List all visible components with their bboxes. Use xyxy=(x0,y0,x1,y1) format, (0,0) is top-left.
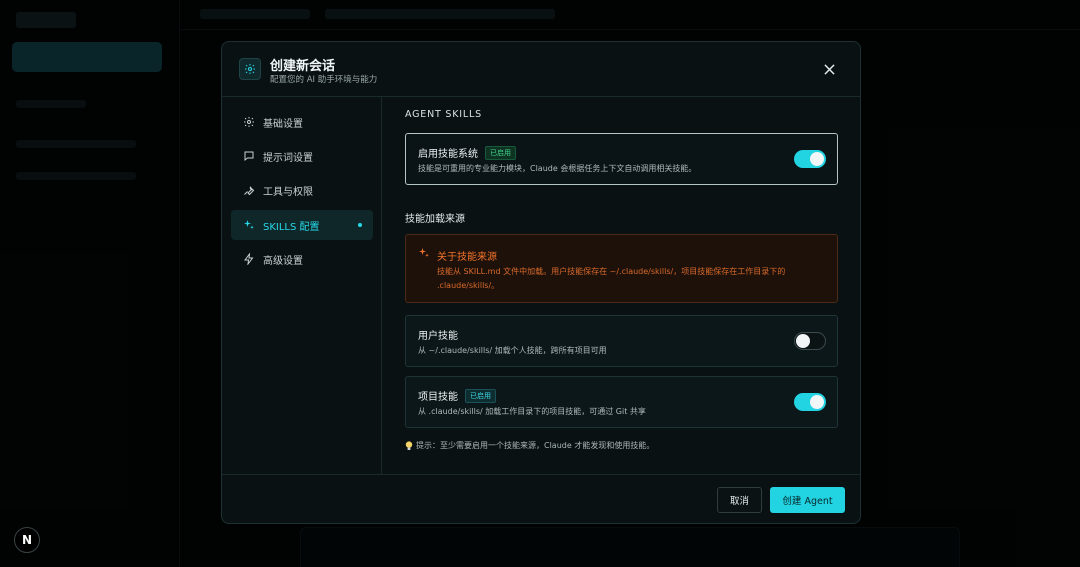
create-agent-button[interactable]: 创建 Agent xyxy=(770,487,845,513)
enable-skills-card: 启用技能系统 已启用 技能是可重用的专业能力模块，Claude 会根据任务上下文… xyxy=(405,133,838,185)
dialog-header: 创建新会话 配置您的 AI 助手环境与能力 xyxy=(222,42,860,97)
dialog-footer: 取消 创建 Agent xyxy=(222,474,860,523)
sparkles-icon xyxy=(419,248,429,257)
tip-text-row: 提示：至少需要启用一个技能来源，Claude 才能发现和使用技能。 xyxy=(405,440,654,451)
chat-bubble-icon xyxy=(242,150,255,163)
status-badge: 已启用 xyxy=(485,145,516,160)
project-skills-toggle[interactable] xyxy=(794,393,826,411)
nav-item-basic-settings[interactable]: 基础设置 xyxy=(231,107,373,137)
card-title-row: 用户技能 xyxy=(418,327,458,342)
info-title: 关于技能来源 xyxy=(437,252,497,263)
toggle-knob xyxy=(810,395,824,409)
create-session-dialog: 创建新会话 配置您的 AI 助手环境与能力 基础设置 提示词设置 工具与权限 S… xyxy=(221,41,861,524)
card-description: 从 ~/.claude/skills/ 加载个人技能，跨所有项目可用 xyxy=(418,346,607,355)
corner-badge[interactable]: N xyxy=(14,527,40,553)
gear-icon xyxy=(239,58,261,80)
lightbulb-icon xyxy=(405,440,413,450)
toggle-knob xyxy=(810,152,824,166)
card-description: 从 .claude/skills/ 加载工作目录下的项目技能，可通过 Git 共… xyxy=(418,407,646,416)
dialog-title: 创建新会话 xyxy=(270,59,336,74)
info-text: 技能从 SKILL.md 文件中加载。用户技能保存在 ~/.claude/ski… xyxy=(437,267,786,290)
card-title-row: 项目技能 已启用 xyxy=(418,388,496,403)
user-skills-toggle[interactable] xyxy=(794,332,826,350)
card-description: 技能是可重用的专业能力模块，Claude 会根据任务上下文自动调用相关技能。 xyxy=(418,164,697,173)
nav-item-skills-config[interactable]: SKILLS 配置 xyxy=(231,210,373,240)
nav-item-label: 提示词设置 xyxy=(263,152,313,164)
card-title-row: 启用技能系统 已启用 xyxy=(418,145,516,160)
skills-panel: AGENT SKILLS 启用技能系统 已启用 技能是可重用的专业能力模块，Cl… xyxy=(383,97,860,474)
card-title: 项目技能 xyxy=(418,392,458,403)
cancel-button[interactable]: 取消 xyxy=(717,487,762,513)
user-skills-card: 用户技能 从 ~/.claude/skills/ 加载个人技能，跨所有项目可用 xyxy=(405,315,838,367)
nav-item-prompt-settings[interactable]: 提示词设置 xyxy=(231,141,373,171)
sparkles-icon xyxy=(242,219,255,232)
nav-item-label: 基础设置 xyxy=(263,118,303,130)
tip-text: 提示：至少需要启用一个技能来源，Claude 才能发现和使用技能。 xyxy=(416,441,655,450)
close-button[interactable] xyxy=(820,60,838,78)
nav-item-label: SKILLS 配置 xyxy=(263,221,320,233)
card-title: 用户技能 xyxy=(418,331,458,342)
nav-item-label: 工具与权限 xyxy=(263,186,313,198)
sources-heading: 技能加载来源 xyxy=(405,214,465,225)
dialog-body: 基础设置 提示词设置 工具与权限 SKILLS 配置 高级设置 AGENT SK… xyxy=(222,97,860,474)
dialog-subtitle: 配置您的 AI 助手环境与能力 xyxy=(270,75,378,85)
wrench-icon xyxy=(242,184,255,197)
skills-source-info-card: 关于技能来源 技能从 SKILL.md 文件中加载。用户技能保存在 ~/.cla… xyxy=(405,234,838,303)
gear-icon xyxy=(242,116,255,129)
close-icon xyxy=(823,63,835,75)
settings-nav: 基础设置 提示词设置 工具与权限 SKILLS 配置 高级设置 xyxy=(222,97,382,474)
nav-item-advanced-settings[interactable]: 高级设置 xyxy=(231,244,373,274)
lightning-icon xyxy=(242,253,255,266)
card-title: 启用技能系统 xyxy=(418,149,478,160)
nav-item-label: 高级设置 xyxy=(263,255,303,267)
enable-skills-toggle[interactable] xyxy=(794,150,826,168)
toggle-knob xyxy=(796,334,810,348)
project-skills-card: 项目技能 已启用 从 .claude/skills/ 加载工作目录下的项目技能，… xyxy=(405,376,838,428)
section-title: AGENT SKILLS xyxy=(405,109,482,120)
status-badge: 已启用 xyxy=(465,388,496,403)
active-indicator-dot xyxy=(358,223,362,227)
nav-item-tools-permissions[interactable]: 工具与权限 xyxy=(231,175,373,205)
